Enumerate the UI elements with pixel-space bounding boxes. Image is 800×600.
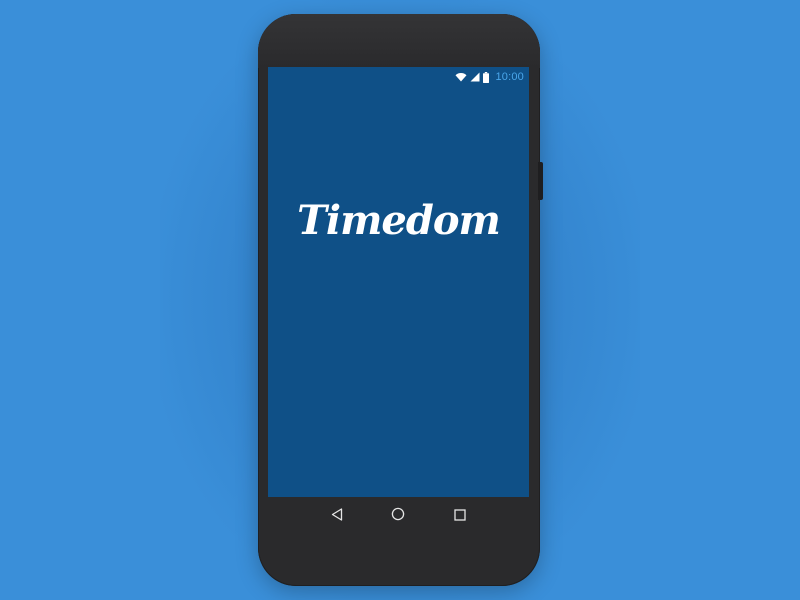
back-button[interactable]	[325, 503, 349, 527]
back-icon	[331, 506, 343, 525]
battery-icon	[483, 71, 490, 83]
app-logo: Timedom	[297, 197, 501, 244]
home-button[interactable]	[386, 503, 410, 527]
power-button	[538, 162, 543, 200]
status-time: 10:00	[495, 71, 524, 83]
phone-screen: 10:00 Timedom	[268, 67, 529, 497]
recents-button[interactable]	[448, 503, 472, 527]
phone-top-bezel	[258, 14, 540, 68]
recents-icon	[454, 506, 466, 525]
home-icon	[391, 506, 405, 525]
status-bar: 10:00	[268, 67, 529, 87]
navigation-bar	[268, 497, 529, 533]
signal-icon	[470, 72, 480, 82]
wifi-icon	[455, 72, 467, 82]
